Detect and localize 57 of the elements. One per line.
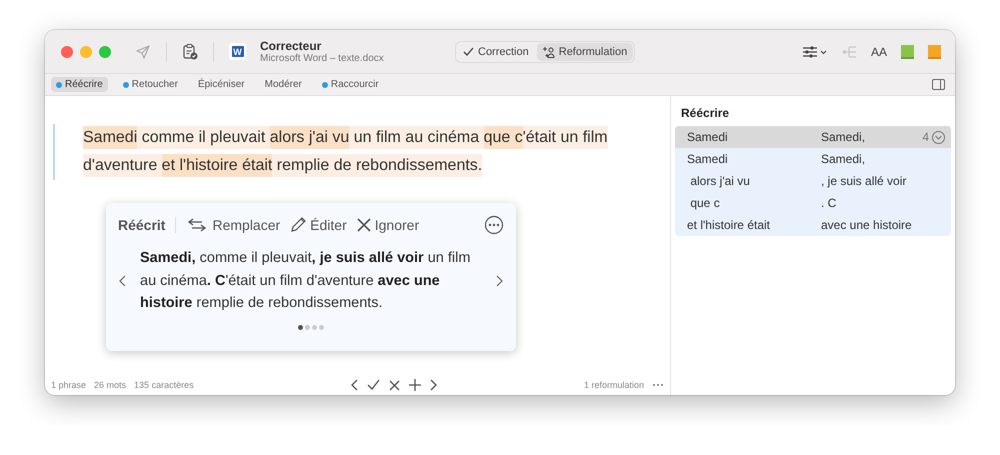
swap-arrows-icon bbox=[186, 217, 208, 233]
previous-icon[interactable] bbox=[118, 274, 126, 287]
category-tab[interactable]: Modérer bbox=[260, 77, 307, 92]
check-icon bbox=[463, 46, 474, 56]
next-icon[interactable] bbox=[496, 274, 504, 287]
more-options-icon[interactable] bbox=[484, 215, 504, 235]
pencil-icon bbox=[290, 217, 306, 233]
page-indicator-dot[interactable] bbox=[312, 324, 317, 330]
close-button[interactable] bbox=[61, 46, 73, 58]
popover-action[interactable]: Ignorer bbox=[356, 217, 420, 233]
check-icon[interactable] bbox=[366, 379, 380, 391]
close-icon bbox=[356, 218, 371, 232]
document-stat: 135 caractères bbox=[134, 380, 194, 390]
popover-action[interactable]: Éditer bbox=[290, 217, 347, 233]
replacement-text: Samedi, bbox=[821, 130, 866, 144]
replacement-text: avec une histoire bbox=[821, 218, 913, 232]
suggestion-text: Samedi, comme il pleuvait, je suis allé voir un film au cinéma. C'était un film d'aventure avec une histoire remplie de rebondissements. bbox=[139, 249, 472, 313]
original-text: et l'histoire était bbox=[687, 218, 771, 232]
next-icon[interactable] bbox=[430, 379, 438, 391]
document-stat: 1 phrase bbox=[51, 380, 86, 390]
mode-tab[interactable]: Correction bbox=[457, 42, 535, 60]
sparkle-person-icon bbox=[542, 46, 555, 58]
rewrite-row[interactable]: Samedi Samedi, 4 bbox=[675, 126, 951, 148]
original-text: que c bbox=[689, 196, 721, 210]
original-text: Samedi bbox=[687, 130, 729, 144]
panel-title: Réécrire bbox=[681, 106, 730, 120]
more-icon[interactable] bbox=[652, 383, 664, 387]
replacement-text: , je suis allé voir bbox=[821, 174, 908, 188]
popover-action[interactable]: Remplacer bbox=[186, 217, 280, 233]
chevron-down-circle-icon[interactable] bbox=[932, 130, 945, 144]
original-text: alors j'ai vu bbox=[689, 174, 751, 188]
document-name: Microsoft Word – texte.docx bbox=[260, 53, 385, 64]
text-size-button[interactable]: AA bbox=[870, 44, 887, 58]
mode-tab[interactable]: Reformulation bbox=[536, 42, 634, 60]
sliders-menu-icon[interactable] bbox=[802, 44, 828, 58]
page-indicator-dot[interactable] bbox=[319, 324, 324, 330]
sidebar-toggle-icon[interactable] bbox=[932, 79, 945, 90]
page-indicator-dot[interactable] bbox=[298, 324, 303, 330]
plus-icon[interactable] bbox=[408, 379, 421, 391]
clipboard-check-icon[interactable] bbox=[182, 43, 198, 60]
word-app-icon: W bbox=[229, 43, 246, 60]
page-indicator-dot[interactable] bbox=[305, 324, 310, 330]
replacement-text: . C bbox=[821, 196, 838, 210]
category-tab[interactable]: Épicéniser bbox=[192, 77, 250, 92]
category-tab[interactable]: Raccourcir bbox=[316, 77, 384, 92]
original-text: Samedi bbox=[687, 152, 729, 166]
category-tab[interactable]: Réécrire bbox=[51, 77, 108, 92]
replacement-text: Samedi, bbox=[821, 152, 866, 166]
rewrite-count: 4 bbox=[922, 130, 929, 144]
close-icon[interactable] bbox=[388, 380, 400, 390]
document-stat: 26 mots bbox=[94, 380, 126, 390]
book-icon[interactable] bbox=[901, 44, 914, 58]
previous-icon[interactable] bbox=[350, 379, 358, 391]
window-title: Correcteur bbox=[260, 39, 322, 53]
category-tab[interactable]: Retoucher bbox=[118, 77, 183, 92]
reformulation-count: 1 reformulation bbox=[584, 380, 644, 390]
popover-title: Réécrit bbox=[118, 217, 176, 233]
